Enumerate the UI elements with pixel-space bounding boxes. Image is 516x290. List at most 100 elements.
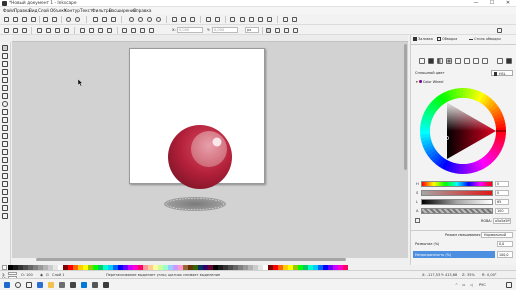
app-icon-2[interactable] — [103, 282, 109, 288]
volume-icon[interactable]: ◁ — [470, 283, 473, 287]
segment-line-icon[interactable] — [122, 27, 127, 33]
copy-icon[interactable] — [93, 17, 98, 22]
fill-rule-evenodd-button[interactable] — [497, 58, 503, 64]
alpha-slider[interactable] — [421, 208, 493, 214]
tab-stroke[interactable]: Обводка — [442, 37, 457, 41]
expander-icon[interactable]: ▾ — [416, 80, 418, 84]
unset-paint-button[interactable] — [482, 58, 488, 64]
color-wheel[interactable] — [419, 87, 507, 175]
segment-curve-icon[interactable] — [131, 27, 136, 33]
lightness-value[interactable]: 65 — [495, 199, 509, 205]
menu-path[interactable]: Контур — [64, 8, 80, 13]
opacity-field[interactable]: 100,0 — [497, 251, 513, 258]
export-icon[interactable] — [52, 17, 57, 22]
menu-help[interactable]: Справка — [133, 8, 151, 13]
color-dropper-icon[interactable] — [415, 218, 420, 223]
sphere-specular[interactable] — [212, 137, 222, 147]
select-all-icon[interactable] — [4, 27, 9, 33]
sphere-shadow[interactable] — [164, 197, 226, 211]
mesh-tool-icon[interactable] — [2, 189, 8, 195]
hue-slider[interactable] — [421, 181, 493, 187]
cut-icon[interactable] — [102, 17, 107, 22]
flat-color-button[interactable] — [428, 58, 434, 64]
alpha-value[interactable]: 100 — [495, 208, 509, 214]
lpe-tool-icon[interactable] — [2, 213, 8, 219]
selector-tool-icon[interactable] — [2, 45, 8, 51]
node-auto-icon[interactable] — [107, 27, 112, 33]
store-icon[interactable] — [59, 282, 65, 288]
zoom-value[interactable]: 35% — [467, 273, 475, 277]
ungroup-icon[interactable] — [215, 17, 220, 22]
zoom-drawing-icon[interactable] — [138, 17, 143, 22]
zoom-width-icon[interactable] — [156, 17, 161, 22]
break-path-icon[interactable] — [64, 27, 69, 33]
color-mode-select[interactable]: HSL — [491, 70, 513, 76]
object-to-path-icon[interactable] — [140, 27, 145, 33]
file-explorer-icon[interactable] — [48, 282, 54, 288]
task-view-icon[interactable] — [26, 282, 32, 288]
redo-icon[interactable] — [75, 17, 80, 22]
delete-node-icon[interactable] — [46, 27, 51, 33]
menu-layer[interactable]: Слой — [38, 8, 49, 13]
document-properties-icon[interactable] — [283, 17, 288, 22]
close-button[interactable]: ✕ — [500, 0, 516, 7]
save-icon[interactable] — [22, 17, 27, 22]
group-icon[interactable] — [206, 17, 211, 22]
node-smooth-icon[interactable] — [89, 27, 94, 33]
text-tool-icon[interactable] — [2, 149, 8, 155]
units-select[interactable]: px — [245, 27, 259, 33]
app-icon[interactable] — [92, 282, 98, 288]
ellipse-tool-icon[interactable] — [2, 101, 8, 107]
zoom-page-icon[interactable] — [147, 17, 152, 22]
notifications-icon[interactable] — [506, 282, 512, 288]
swatch-button[interactable] — [473, 58, 479, 64]
artwork[interactable] — [129, 48, 289, 228]
blur-field[interactable]: 0,0 — [497, 241, 513, 247]
opacity-bar[interactable]: Непрозрачность (%) — [413, 251, 495, 258]
hue-value[interactable]: 0 — [495, 181, 509, 187]
sphere-highlight[interactable] — [191, 131, 227, 167]
tray-chevron-icon[interactable]: ^ — [455, 283, 458, 287]
saturation-value[interactable]: 0 — [495, 190, 509, 196]
insert-node-icon[interactable] — [37, 27, 42, 33]
show-path-outline-icon[interactable] — [293, 27, 298, 33]
stroke-to-path-icon[interactable] — [149, 27, 154, 33]
maximize-button[interactable]: ☐ — [484, 0, 500, 7]
paint-bucket-tool-icon[interactable] — [2, 173, 8, 179]
measure-tool-icon[interactable] — [2, 77, 8, 83]
gradient-tool-icon[interactable] — [2, 181, 8, 187]
status-opacity-value[interactable]: 100 — [26, 273, 33, 277]
dropper-tool-icon[interactable] — [2, 197, 8, 203]
tab-fill[interactable]: Заливка — [418, 37, 433, 41]
inkscape-taskbar-icon[interactable] — [70, 282, 76, 288]
star-tool-icon[interactable] — [2, 109, 8, 115]
mesh-gradient-button[interactable] — [455, 58, 461, 64]
minimize-button[interactable]: — — [468, 0, 484, 7]
menu-file[interactable]: Файл — [3, 8, 15, 13]
node-tool-icon[interactable] — [2, 53, 8, 59]
saturation-slider[interactable] — [421, 190, 493, 196]
rgba-field[interactable]: a5a5a5ff — [493, 218, 511, 224]
spiral-tool-icon[interactable] — [2, 117, 8, 123]
clone-icon[interactable] — [181, 17, 186, 22]
status-layer-select[interactable]: Слой 1 — [52, 273, 64, 277]
fill-stroke-icon[interactable] — [230, 17, 235, 22]
status-fill-swatch[interactable] — [8, 272, 17, 275]
zoom-selection-icon[interactable] — [129, 17, 134, 22]
xml-editor-icon[interactable] — [258, 17, 263, 22]
blend-mode-select[interactable]: Нормальный — [481, 232, 513, 238]
connector-tool-icon[interactable] — [2, 205, 8, 211]
show-transform-handles-icon[interactable] — [266, 27, 271, 33]
preferences-icon[interactable] — [292, 17, 297, 22]
pattern-button[interactable] — [464, 58, 470, 64]
horizontal-scrollbar[interactable] — [36, 258, 346, 261]
undo-icon[interactable] — [66, 17, 71, 22]
3d-box-tool-icon[interactable] — [2, 93, 8, 99]
keyboard-layout[interactable]: РУС — [479, 283, 486, 287]
align-distribute-icon[interactable] — [267, 17, 272, 22]
start-icon[interactable] — [4, 282, 10, 288]
lightness-slider[interactable] — [421, 199, 493, 205]
select-all-layers-icon[interactable] — [13, 27, 18, 33]
browser-icon[interactable] — [37, 282, 43, 288]
network-icon[interactable]: ▭ — [462, 283, 465, 287]
